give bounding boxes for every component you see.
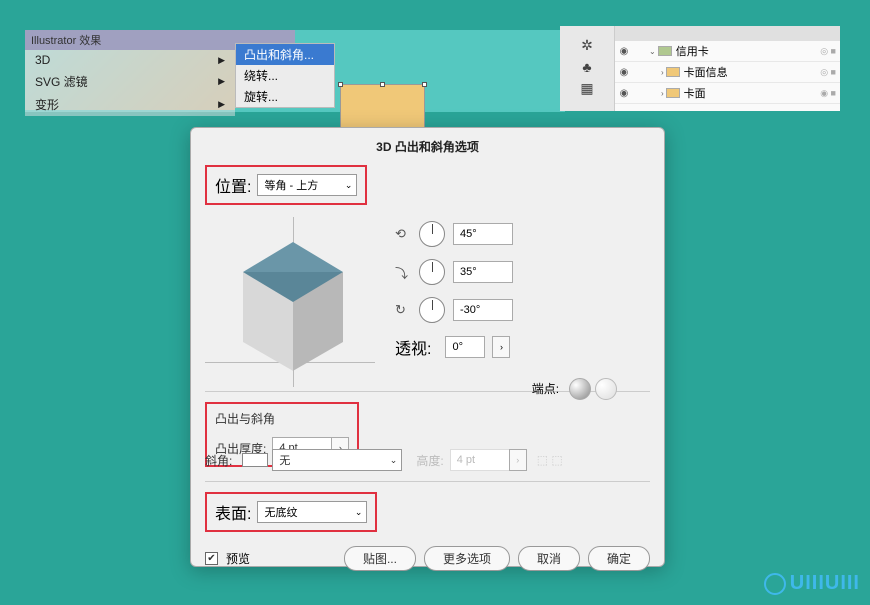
preview-checkbox[interactable]: ✔ bbox=[205, 552, 218, 565]
angle-z-input[interactable]: -30° bbox=[453, 299, 513, 321]
bevel-direction-icons: ⬚ ⬚ bbox=[537, 453, 563, 467]
bevel-preview-swatch bbox=[242, 453, 268, 467]
highlight-box-position: 位置: 等角 - 上方 ⌄ bbox=[205, 165, 367, 205]
perspective-step[interactable]: › bbox=[492, 336, 510, 358]
position-label: 位置: bbox=[215, 173, 251, 197]
3d-extrude-bevel-dialog: 3D 凸出和斜角选项 位置: 等角 - 上方 ⌄ bbox=[190, 127, 665, 567]
panel-tabs bbox=[615, 26, 840, 41]
visibility-icon[interactable]: ◉ bbox=[615, 67, 633, 78]
axis-y-icon: ⤵ bbox=[395, 263, 411, 282]
expand-icon[interactable]: › bbox=[659, 68, 666, 77]
spray-icon[interactable]: ✲ bbox=[560, 37, 614, 54]
bevel-select[interactable]: 无 ⌄ bbox=[272, 449, 402, 471]
target-icon[interactable]: ◉ ■ bbox=[820, 88, 840, 99]
layer-row[interactable]: ◉ ⌄ 信用卡 ◎ ■ bbox=[615, 41, 840, 62]
chevron-down-icon: ⌄ bbox=[349, 507, 363, 518]
layer-row[interactable]: ◉ › 卡面信息 ◎ ■ bbox=[615, 62, 840, 83]
illustrator-workspace-strip: Illustrator 效果 3D ▶ SVG 滤镜 ▶ 变形 ▶ 凸出和斜角.… bbox=[25, 30, 565, 112]
axis-z-icon: ↻ bbox=[395, 302, 411, 318]
bevel-height-label: 高度: bbox=[416, 452, 443, 469]
angle-controls: ⟲ 45° ⤵ 35° ↻ -30° 透视: 0° › bbox=[395, 217, 650, 387]
more-options-button[interactable]: 更多选项 bbox=[424, 546, 510, 571]
submenu-rotate[interactable]: 旋转... bbox=[236, 86, 334, 107]
cap-hollow-button[interactable] bbox=[595, 378, 617, 400]
highlight-box-surface: 表面: 无底纹 ⌄ bbox=[205, 492, 377, 532]
visibility-icon[interactable]: ◉ bbox=[615, 46, 633, 57]
angle-y-dial[interactable] bbox=[419, 259, 445, 285]
preview-cube[interactable] bbox=[243, 242, 343, 362]
layer-swatch bbox=[666, 67, 680, 77]
surface-label: 表面: bbox=[215, 500, 251, 524]
perspective-label: 透视: bbox=[395, 335, 431, 359]
chevron-right-icon: ▶ bbox=[218, 55, 225, 66]
watermark: UIIIUIII bbox=[764, 572, 860, 595]
bulb-icon bbox=[764, 573, 786, 595]
visibility-icon[interactable]: ◉ bbox=[615, 88, 633, 99]
position-select[interactable]: 等角 - 上方 ⌄ bbox=[257, 174, 357, 196]
3d-preview-stage[interactable] bbox=[205, 217, 375, 387]
bevel-height-step: › bbox=[509, 449, 527, 471]
layer-row[interactable]: ◉ › 卡面 ◉ ■ bbox=[615, 83, 840, 104]
3d-submenu: 凸出和斜角... 绕转... 旋转... bbox=[235, 43, 335, 108]
layer-name: 卡面信息 bbox=[684, 64, 728, 80]
layers-panel: ◉ ⌄ 信用卡 ◎ ■ ◉ › 卡面信息 ◎ ■ ◉ › 卡面 ◉ ■ bbox=[615, 26, 840, 111]
layer-swatch bbox=[666, 88, 680, 98]
preview-label: 预览 bbox=[226, 550, 250, 567]
divider bbox=[205, 481, 650, 482]
resize-handle[interactable] bbox=[422, 82, 427, 87]
bevel-label: 斜角: bbox=[205, 452, 232, 469]
club-icon[interactable]: ♣ bbox=[560, 59, 614, 75]
resize-handle[interactable] bbox=[338, 82, 343, 87]
dialog-title: 3D 凸出和斜角选项 bbox=[191, 128, 664, 165]
angle-x-dial[interactable] bbox=[419, 221, 445, 247]
layer-name: 信用卡 bbox=[676, 43, 709, 59]
effects-menu-panel: 3D ▶ SVG 滤镜 ▶ 变形 ▶ 凸出和斜角... 绕转... 旋转... bbox=[25, 50, 235, 110]
target-icon[interactable]: ◎ ■ bbox=[820, 46, 840, 57]
perspective-input[interactable]: 0° bbox=[445, 336, 485, 358]
expand-icon[interactable]: › bbox=[659, 89, 666, 98]
menu-item-warp[interactable]: 变形 ▶ bbox=[25, 93, 235, 116]
cube-icon[interactable]: ▦ bbox=[560, 80, 614, 97]
menu-item-3d[interactable]: 3D ▶ bbox=[25, 50, 235, 70]
submenu-extrude-bevel[interactable]: 凸出和斜角... bbox=[236, 44, 334, 65]
cap-label: 端点: bbox=[532, 380, 559, 397]
angle-z-dial[interactable] bbox=[419, 297, 445, 323]
dialog-footer: ✔ 预览 贴图... 更多选项 取消 确定 bbox=[191, 532, 664, 585]
layer-name: 卡面 bbox=[684, 85, 706, 101]
symbol-panel: ✲ ♣ ▦ bbox=[560, 26, 615, 111]
right-panels: ✲ ♣ ▦ ◉ ⌄ 信用卡 ◎ ■ ◉ › 卡面信息 ◎ ■ ◉ › bbox=[560, 26, 840, 111]
angle-x-input[interactable]: 45° bbox=[453, 223, 513, 245]
extrude-section-title: 凸出与斜角 bbox=[215, 410, 275, 427]
cap-solid-button[interactable] bbox=[569, 378, 591, 400]
angle-y-input[interactable]: 35° bbox=[453, 261, 513, 283]
axis-x-icon: ⟲ bbox=[395, 226, 411, 242]
submenu-revolve[interactable]: 绕转... bbox=[236, 65, 334, 86]
surface-select[interactable]: 无底纹 ⌄ bbox=[257, 501, 367, 523]
chevron-down-icon: ⌄ bbox=[339, 180, 353, 191]
expand-icon[interactable]: ⌄ bbox=[647, 47, 658, 56]
target-icon[interactable]: ◎ ■ bbox=[820, 67, 840, 78]
chevron-right-icon: ▶ bbox=[218, 76, 225, 87]
map-art-button[interactable]: 贴图... bbox=[344, 546, 416, 571]
resize-handle[interactable] bbox=[380, 82, 385, 87]
bevel-height-input: 4 pt bbox=[450, 449, 510, 471]
layer-swatch bbox=[658, 46, 672, 56]
cancel-button[interactable]: 取消 bbox=[518, 546, 580, 571]
ok-button[interactable]: 确定 bbox=[588, 546, 650, 571]
tab[interactable] bbox=[615, 26, 638, 41]
chevron-down-icon: ⌄ bbox=[384, 455, 398, 466]
chevron-right-icon: ▶ bbox=[218, 99, 225, 110]
menu-item-svg-filter[interactable]: SVG 滤镜 ▶ bbox=[25, 70, 235, 93]
